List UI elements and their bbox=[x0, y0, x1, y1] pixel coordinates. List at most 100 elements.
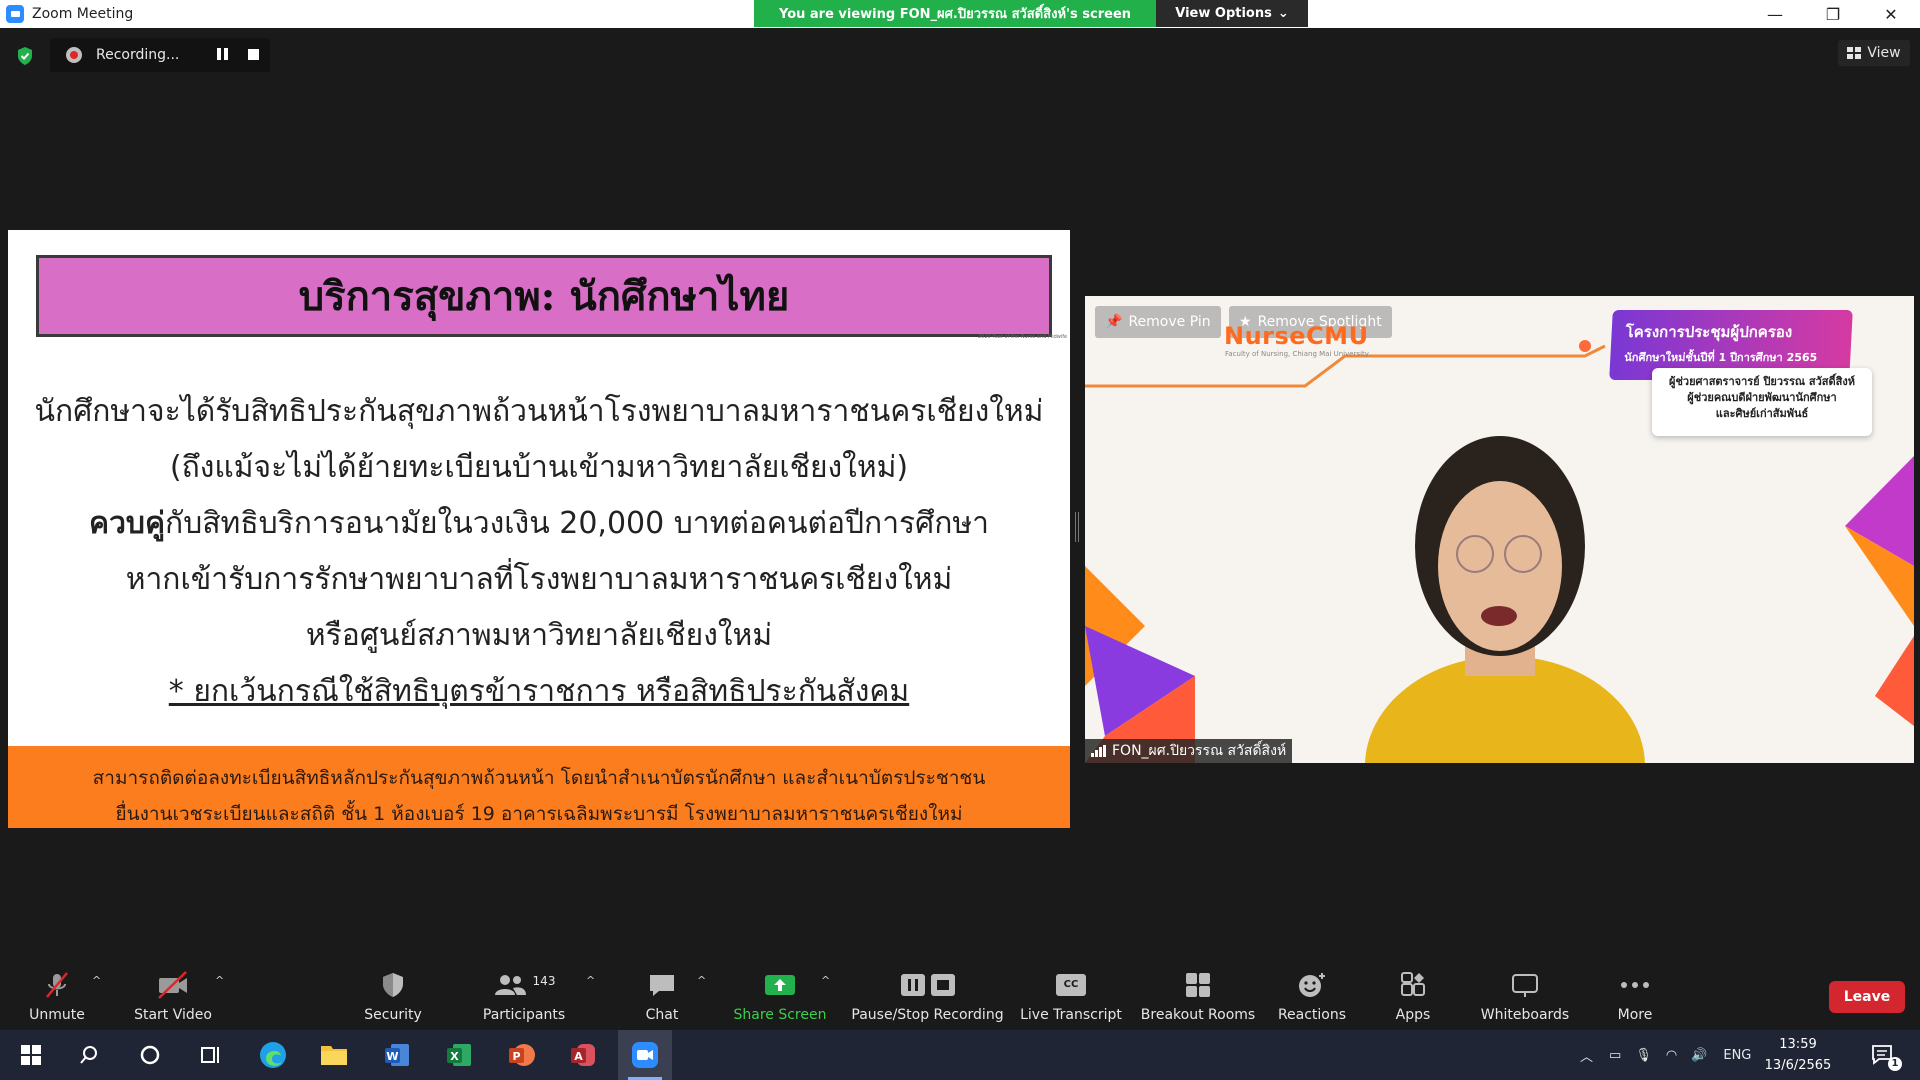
slide-footer: สามารถติดต่อลงทะเบียนสิทธิหลักประกันสุขภ… bbox=[8, 746, 1070, 828]
stop-recording-icon[interactable] bbox=[248, 49, 259, 60]
speaker-info-line-3: และศิษย์เก่าสัมพันธ์ bbox=[1715, 407, 1809, 420]
breakout-rooms-button[interactable]: Breakout Rooms bbox=[1138, 964, 1258, 1030]
volume-icon[interactable]: 🔊 bbox=[1691, 1048, 1707, 1063]
unmute-label: Unmute bbox=[29, 1007, 85, 1023]
cc-icon-text: CC bbox=[1056, 974, 1086, 996]
participants-icon: 143 bbox=[493, 968, 555, 1002]
unmute-button[interactable]: Unmute bbox=[22, 964, 92, 1030]
recording-label: Recording... bbox=[96, 47, 180, 63]
task-view-button[interactable] bbox=[183, 1030, 237, 1080]
taskbar-word[interactable]: W bbox=[370, 1030, 424, 1080]
speaker-info-banner: ผู้ช่วยศาสตราจารย์ ปิยวรรณ สวัสดิ์สิงห์ … bbox=[1652, 368, 1872, 436]
more-label: More bbox=[1617, 1007, 1653, 1023]
taskbar-zoom[interactable] bbox=[618, 1030, 672, 1080]
security-button[interactable]: Security bbox=[358, 964, 428, 1030]
edge-browser-icon bbox=[260, 1042, 286, 1068]
taskbar-powerpoint[interactable]: P bbox=[494, 1030, 548, 1080]
minimize-icon: — bbox=[1767, 4, 1783, 24]
grid-view-icon bbox=[1847, 47, 1862, 59]
view-button-label: View bbox=[1867, 45, 1901, 61]
notification-center-button[interactable]: 1 bbox=[1856, 1030, 1910, 1080]
chat-bubble-icon bbox=[647, 968, 677, 1002]
speaker-video-tile[interactable]: 📌 Remove Pin ★ Remove Spotlight NurseCMU… bbox=[1085, 296, 1914, 763]
slide-line-3: ควบคู่กับสิทธิบริการอนามัยในวงเงิน 20,00… bbox=[8, 500, 1070, 547]
live-transcript-button[interactable]: CC Live Transcript bbox=[1020, 964, 1122, 1030]
apps-icon bbox=[1399, 968, 1427, 1002]
security-label: Security bbox=[364, 1007, 422, 1023]
battery-icon[interactable]: ▭ bbox=[1609, 1048, 1621, 1063]
participants-options-caret[interactable]: ^ bbox=[586, 974, 595, 987]
closed-caption-icon: CC bbox=[1056, 968, 1086, 1002]
taskbar-search-button[interactable] bbox=[62, 1030, 116, 1080]
apps-button[interactable]: Apps bbox=[1383, 964, 1443, 1030]
participant-name-tag: FON_ผศ.ปิยวรรณ สวัสดิ์สิงห์ bbox=[1085, 739, 1293, 763]
wifi-icon[interactable]: ◠ bbox=[1666, 1048, 1677, 1063]
taskbar-clock[interactable]: 13:59 13/6/2565 bbox=[1753, 1034, 1843, 1076]
pause-stop-recording-button[interactable]: Pause/Stop Recording bbox=[850, 964, 1005, 1030]
reactions-button[interactable]: Reactions bbox=[1275, 964, 1349, 1030]
whiteboards-button[interactable]: Whiteboards bbox=[1476, 964, 1574, 1030]
restore-icon: ❐ bbox=[1825, 4, 1841, 24]
audio-options-caret[interactable]: ^ bbox=[92, 974, 101, 987]
taskbar-access[interactable]: A bbox=[556, 1030, 610, 1080]
taskbar-file-explorer[interactable] bbox=[307, 1030, 361, 1080]
share-screen-icon bbox=[764, 968, 796, 1002]
breakout-rooms-icon bbox=[1184, 968, 1212, 1002]
leave-button[interactable]: Leave bbox=[1829, 981, 1905, 1013]
taskbar-excel[interactable]: X bbox=[432, 1030, 486, 1080]
chevron-up-icon[interactable]: ︿ bbox=[1580, 1046, 1593, 1065]
view-options-label: View Options bbox=[1175, 6, 1272, 21]
access-icon: A bbox=[571, 1044, 595, 1066]
task-view-icon bbox=[201, 1047, 219, 1063]
svg-text:P: P bbox=[512, 1050, 520, 1063]
slide-line-6: * ยกเว้นกรณีใช้สิทธิบุตรข้าราชการ หรือสิ… bbox=[8, 668, 1070, 715]
language-indicator[interactable]: ENG bbox=[1723, 1048, 1751, 1063]
slide-line-1: นักศึกษาจะได้รับสิทธิประกันสุขภาพถ้วนหน้… bbox=[34, 394, 1044, 429]
slide-title: บริการสุขภาพ: นักศึกษาไทย bbox=[36, 255, 1052, 337]
word-icon: W bbox=[385, 1044, 409, 1066]
chat-options-caret[interactable]: ^ bbox=[697, 974, 706, 987]
slide-line-6-text: * ยกเว้นกรณีใช้สิทธิบุตรข้าราชการ หรือสิ… bbox=[168, 674, 910, 709]
share-options-caret[interactable]: ^ bbox=[821, 974, 830, 987]
participants-button[interactable]: 143 Participants bbox=[478, 964, 570, 1030]
chevron-down-icon: ⌄ bbox=[1277, 6, 1289, 21]
more-dots-icon bbox=[1620, 968, 1650, 1002]
svg-text:W: W bbox=[386, 1050, 398, 1063]
speaker-info-line-2: ผู้ช่วยคณบดีฝ่ายพัฒนานักศึกษา bbox=[1687, 391, 1837, 404]
windows-start-button[interactable] bbox=[4, 1030, 58, 1080]
video-options-caret[interactable]: ^ bbox=[215, 974, 224, 987]
close-button[interactable]: ✕ bbox=[1862, 0, 1920, 28]
reactions-label: Reactions bbox=[1277, 1007, 1347, 1023]
view-options-button[interactable]: View Options ⌄ bbox=[1156, 0, 1308, 27]
event-title-line-1: โครงการประชุมผู้ปกครอง bbox=[1625, 323, 1793, 341]
minimize-button[interactable]: — bbox=[1746, 0, 1804, 28]
signal-strength-icon bbox=[1091, 745, 1106, 757]
svg-text:A: A bbox=[574, 1050, 583, 1063]
pause-stop-recording-icon bbox=[899, 968, 957, 1002]
remove-pin-label: Remove Pin bbox=[1128, 314, 1211, 330]
microphone-icon[interactable]: 🎙 bbox=[1635, 1048, 1652, 1063]
muted-microphone-icon bbox=[42, 968, 72, 1002]
event-title-line-2: นักศึกษาใหม่ชั้นปีที่ 1 ปีการศึกษา 2565 bbox=[1624, 351, 1818, 364]
share-screen-button[interactable]: Share Screen bbox=[730, 964, 830, 1030]
meeting-toolbar: Unmute ^ Start Video ^ Security 143 Part… bbox=[0, 964, 1920, 1030]
view-button[interactable]: View bbox=[1838, 40, 1910, 66]
pause-stop-recording-label: Pause/Stop Recording bbox=[851, 1007, 1004, 1023]
chat-button[interactable]: Chat bbox=[632, 964, 692, 1030]
slide-line-2: (ถึงแม้จะไม่ได้ย้ายทะเบียนบ้านเข้ามหาวิท… bbox=[169, 450, 909, 485]
pause-recording-icon[interactable] bbox=[217, 48, 229, 61]
more-button[interactable]: More bbox=[1610, 964, 1660, 1030]
encryption-shield-icon[interactable] bbox=[16, 46, 34, 66]
close-icon: ✕ bbox=[1884, 4, 1898, 24]
viewing-screen-banner: You are viewing FON_ผศ.ปิยวรรณ สวัสดิ์สิ… bbox=[754, 0, 1156, 27]
chat-label: Chat bbox=[645, 1007, 679, 1023]
window-controls: — ❐ ✕ bbox=[1746, 0, 1920, 28]
panel-splitter-handle[interactable] bbox=[1075, 512, 1079, 542]
apps-label: Apps bbox=[1395, 1007, 1431, 1023]
taskbar-edge[interactable] bbox=[246, 1030, 300, 1080]
start-video-button[interactable]: Start Video bbox=[128, 964, 218, 1030]
recording-dot-icon bbox=[66, 47, 82, 63]
restore-button[interactable]: ❐ bbox=[1804, 0, 1862, 28]
remove-pin-button[interactable]: 📌 Remove Pin bbox=[1095, 306, 1221, 338]
cortana-button[interactable] bbox=[123, 1030, 177, 1080]
